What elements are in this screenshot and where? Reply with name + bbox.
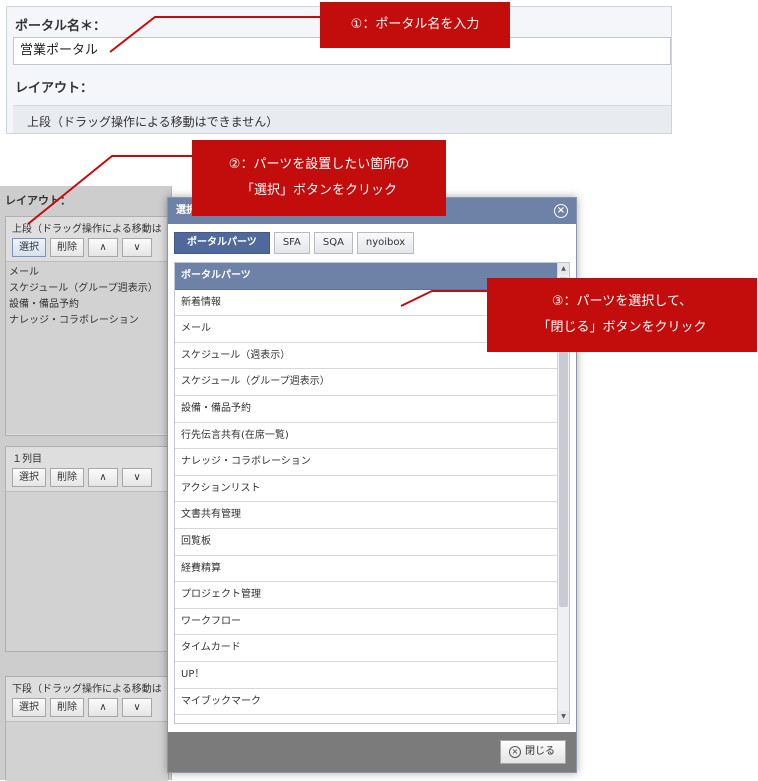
callout-step3-line2: 「閉じる」ボタンをクリック <box>537 320 707 335</box>
modal-footer: × 閉じる <box>168 732 576 772</box>
list-item[interactable]: UP！ <box>175 661 569 689</box>
portal-name-label: ポータル名＊： <box>15 19 107 34</box>
layout-section-upper: 上段（ドラッグ操作による移動は 選択 削除 ∧ ∨ メール スケジュール（グルー… <box>5 216 169 436</box>
tab-portal-parts[interactable]: ポータルパーツ <box>174 232 270 254</box>
scroll-up-icon[interactable]: ▲ <box>558 263 569 275</box>
layout-section-column1: １列目 選択 削除 ∧ ∨ <box>5 446 169 652</box>
delete-button[interactable]: 削除 <box>50 698 84 717</box>
move-down-button[interactable]: ∨ <box>122 238 152 257</box>
list-item[interactable]: タイムカード <box>175 635 569 662</box>
layout-label: レイアウト： <box>15 81 94 96</box>
section-part-item: メール <box>9 267 39 278</box>
redaction-patch <box>369 373 445 389</box>
list-item[interactable]: ナレッジ・コラボレーション <box>175 449 569 476</box>
section-part-item: スケジュール（グループ週表示） <box>9 283 158 294</box>
layout-panel: レイアウト： 上段（ドラッグ操作による移動は 選択 削除 ∧ ∨ メール スケジ… <box>0 186 172 781</box>
callout-step1-text: ①：ポータル名を入力 <box>350 17 480 32</box>
callout-step3-line1: ③：パーツを選択して、 <box>551 294 693 309</box>
scroll-down-icon[interactable]: ▼ <box>558 711 569 723</box>
section-head: １列目 <box>12 454 42 465</box>
close-circle-icon: × <box>509 746 521 758</box>
list-item[interactable]: アクションリスト <box>175 475 569 503</box>
list-item[interactable]: 設備・備品予約 <box>175 395 569 423</box>
section-part-item: 設備・備品予約 <box>9 299 79 310</box>
section-head: 下段（ドラッグ操作による移動は <box>12 684 162 695</box>
move-up-button[interactable]: ∧ <box>88 468 118 487</box>
list-item[interactable]: ワークフロー <box>175 608 569 636</box>
delete-button[interactable]: 削除 <box>50 238 84 257</box>
section-part-item: ナレッジ・コラボレーション <box>9 315 139 326</box>
callout-step2-line2: 「選択」ボタンをクリック <box>240 183 397 198</box>
select-button[interactable]: 選択 <box>12 698 46 717</box>
section-body <box>6 721 168 781</box>
select-button[interactable]: 選択 <box>12 468 46 487</box>
layout-section-lower: 下段（ドラッグ操作による移動は 選択 削除 ∧ ∨ <box>5 676 169 781</box>
list-item[interactable]: 経費精算 <box>175 555 569 583</box>
move-up-button[interactable]: ∧ <box>88 698 118 717</box>
layout-panel-title: レイアウト： <box>5 194 71 207</box>
list-item[interactable]: 行先伝言共有(在席一覧) <box>175 422 569 450</box>
upper-section-bar: 上段（ドラッグ操作による移動はできません） <box>13 105 671 133</box>
tab-sqa[interactable]: SQA <box>313 232 353 254</box>
callout-step1: ①：ポータル名を入力 <box>320 2 510 48</box>
close-button[interactable]: × 閉じる <box>500 740 566 764</box>
section-body <box>6 491 168 651</box>
move-down-button[interactable]: ∨ <box>122 468 152 487</box>
close-button-label: 閉じる <box>525 746 555 757</box>
modal-tabs: ポータルパーツ SFA SQA nyoibox <box>168 224 576 260</box>
tab-nyoibox[interactable]: nyoibox <box>356 232 415 254</box>
move-down-button[interactable]: ∨ <box>122 698 152 717</box>
list-item[interactable]: 文書共有管理 <box>175 502 569 529</box>
list-item[interactable]: マイブックマーク <box>175 688 569 716</box>
list-item[interactable]: プロジェクト管理 <box>175 582 569 609</box>
select-button[interactable]: 選択 <box>12 238 46 257</box>
close-icon[interactable]: × <box>554 204 568 218</box>
list-item[interactable]: 回覧板 <box>175 528 569 556</box>
move-up-button[interactable]: ∧ <box>88 238 118 257</box>
tab-sfa[interactable]: SFA <box>273 232 310 254</box>
callout-step2: ②：パーツを設置したい箇所の 「選択」ボタンをクリック <box>192 140 446 216</box>
section-head: 上段（ドラッグ操作による移動は <box>12 224 162 235</box>
delete-button[interactable]: 削除 <box>50 468 84 487</box>
callout-step3: ③：パーツを選択して、 「閉じる」ボタンをクリック <box>487 278 757 352</box>
callout-step2-line1: ②：パーツを設置したい箇所の <box>228 157 410 172</box>
